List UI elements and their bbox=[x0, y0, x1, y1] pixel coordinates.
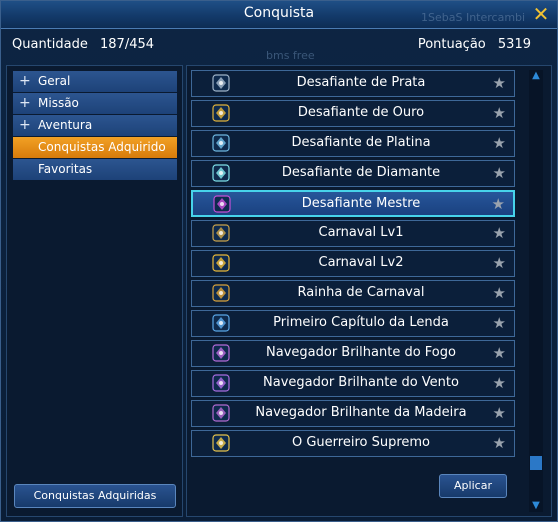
achievement-name: Desafiante Mestre bbox=[301, 196, 421, 211]
achievement-name: Desafiante de Platina bbox=[291, 135, 431, 150]
expand-plus-icon: + bbox=[19, 117, 31, 133]
category-aventura[interactable]: + Aventura bbox=[13, 115, 177, 136]
carnival-crown-icon bbox=[212, 224, 230, 242]
achievement-row[interactable]: Desafiante de Diamante ★ bbox=[191, 160, 515, 187]
diamond-challenger-icon bbox=[212, 164, 230, 182]
score-label: Pontuação bbox=[417, 37, 486, 52]
achievement-row[interactable]: Navegador Brilhante da Madeira ★ bbox=[191, 400, 515, 427]
achievement-name: Desafiante de Ouro bbox=[297, 105, 425, 120]
watermark-mid: bms free bbox=[266, 49, 315, 62]
achievement-name: Carnaval Lv1 bbox=[318, 225, 404, 240]
achievement-name: Rainha de Carnaval bbox=[297, 285, 425, 300]
quantity-value: 187/454 bbox=[100, 37, 155, 52]
acquired-achievements-button[interactable]: Conquistas Adquiridas bbox=[14, 484, 176, 508]
favorite-star-icon[interactable]: ★ bbox=[493, 405, 506, 421]
silver-challenger-icon bbox=[212, 74, 230, 92]
achievement-row[interactable]: Desafiante de Ouro ★ bbox=[191, 100, 515, 127]
category-label: Geral bbox=[38, 74, 71, 88]
favorite-star-icon[interactable]: ★ bbox=[493, 225, 506, 241]
favorite-star-icon[interactable]: ★ bbox=[493, 255, 506, 271]
wood-navigator-icon bbox=[212, 404, 230, 422]
favorite-star-icon[interactable]: ★ bbox=[493, 375, 506, 391]
favorite-star-icon[interactable]: ★ bbox=[493, 165, 506, 181]
carnival-queen-icon bbox=[212, 284, 230, 302]
achievement-name: Navegador Brilhante do Fogo bbox=[266, 345, 456, 360]
scroll-down-icon[interactable]: ▼ bbox=[529, 500, 543, 512]
category-label: Favoritas bbox=[38, 162, 93, 176]
quantity-stat: Quantidade 187/454 bbox=[12, 37, 154, 52]
title-bar[interactable]: Conquista 1SebaS Intercambi ✕ bbox=[1, 1, 557, 29]
category-label: Conquistas Adquirido bbox=[38, 140, 166, 154]
favorite-star-icon[interactable]: ★ bbox=[493, 285, 506, 301]
achievement-list-panel: Desafiante de Prata ★ Desafiante de Ouro ★ D… bbox=[186, 65, 552, 517]
score-stat: Pontuação 5319 bbox=[418, 37, 531, 52]
favorite-star-icon[interactable]: ★ bbox=[493, 435, 506, 451]
apply-button[interactable]: Aplicar bbox=[439, 474, 507, 498]
category-geral[interactable]: + Geral bbox=[13, 71, 177, 92]
achievement-name: Primeiro Capítulo da Lenda bbox=[273, 315, 449, 330]
legend-shield-icon bbox=[212, 314, 230, 332]
quantity-label: Quantidade bbox=[12, 37, 88, 52]
wind-navigator-icon bbox=[212, 374, 230, 392]
platinum-challenger-icon bbox=[212, 134, 230, 152]
category-label: Aventura bbox=[38, 118, 93, 132]
category-label: Missão bbox=[38, 96, 79, 110]
achievement-name: Desafiante de Prata bbox=[296, 75, 426, 90]
scroll-thumb[interactable] bbox=[530, 456, 542, 470]
category-conquistas-adquirido[interactable]: Conquistas Adquirido bbox=[13, 137, 177, 158]
score-value: 5319 bbox=[497, 37, 531, 52]
carnival-crown-icon bbox=[212, 254, 230, 272]
achievement-name: Navegador Brilhante do Vento bbox=[263, 375, 459, 390]
achievement-row[interactable]: Carnaval Lv1 ★ bbox=[191, 220, 515, 247]
achievement-row[interactable]: Navegador Brilhante do Vento ★ bbox=[191, 370, 515, 397]
category-panel: + Geral + Missão + Aventura Conquistas A… bbox=[6, 65, 183, 517]
category-favoritas[interactable]: Favoritas bbox=[13, 159, 177, 180]
close-icon[interactable]: ✕ bbox=[531, 4, 551, 24]
favorite-star-icon[interactable]: ★ bbox=[493, 105, 506, 121]
master-challenger-icon bbox=[213, 195, 231, 213]
expand-plus-icon: + bbox=[19, 95, 31, 111]
expand-plus-icon: + bbox=[19, 73, 31, 89]
achievement-name: Carnaval Lv2 bbox=[318, 255, 404, 270]
achievement-name: Desafiante de Diamante bbox=[281, 165, 441, 180]
favorite-star-icon[interactable]: ★ bbox=[493, 315, 506, 331]
achievement-row[interactable]: Desafiante de Prata ★ bbox=[191, 70, 515, 97]
favorite-star-icon[interactable]: ★ bbox=[493, 75, 506, 91]
achievement-name: O Guerreiro Supremo bbox=[291, 435, 431, 450]
supreme-warrior-icon bbox=[212, 434, 230, 452]
category-missao[interactable]: + Missão bbox=[13, 93, 177, 114]
achievement-row[interactable]: Primeiro Capítulo da Lenda ★ bbox=[191, 310, 515, 337]
achievement-row[interactable]: Carnaval Lv2 ★ bbox=[191, 250, 515, 277]
achievement-row[interactable]: Desafiante de Platina ★ bbox=[191, 130, 515, 157]
achievement-name: Navegador Brilhante da Madeira bbox=[255, 405, 467, 420]
favorite-star-icon[interactable]: ★ bbox=[493, 345, 506, 361]
favorite-star-icon[interactable]: ★ bbox=[492, 196, 505, 212]
achievement-row[interactable]: Navegador Brilhante do Fogo ★ bbox=[191, 340, 515, 367]
achievement-row[interactable]: Desafiante Mestre ★ bbox=[191, 190, 515, 217]
favorite-star-icon[interactable]: ★ bbox=[493, 135, 506, 151]
gold-challenger-icon bbox=[212, 104, 230, 122]
fire-navigator-icon bbox=[212, 344, 230, 362]
achievement-row[interactable]: O Guerreiro Supremo ★ bbox=[191, 430, 515, 457]
achievement-row[interactable]: Rainha de Carnaval ★ bbox=[191, 280, 515, 307]
scrollbar[interactable]: ▲ ▼ bbox=[529, 70, 543, 512]
watermark-text: 1SebaS Intercambi bbox=[421, 11, 526, 24]
scroll-up-icon[interactable]: ▲ bbox=[529, 70, 543, 82]
achievement-window: Conquista 1SebaS Intercambi ✕ bms free Q… bbox=[0, 0, 558, 522]
